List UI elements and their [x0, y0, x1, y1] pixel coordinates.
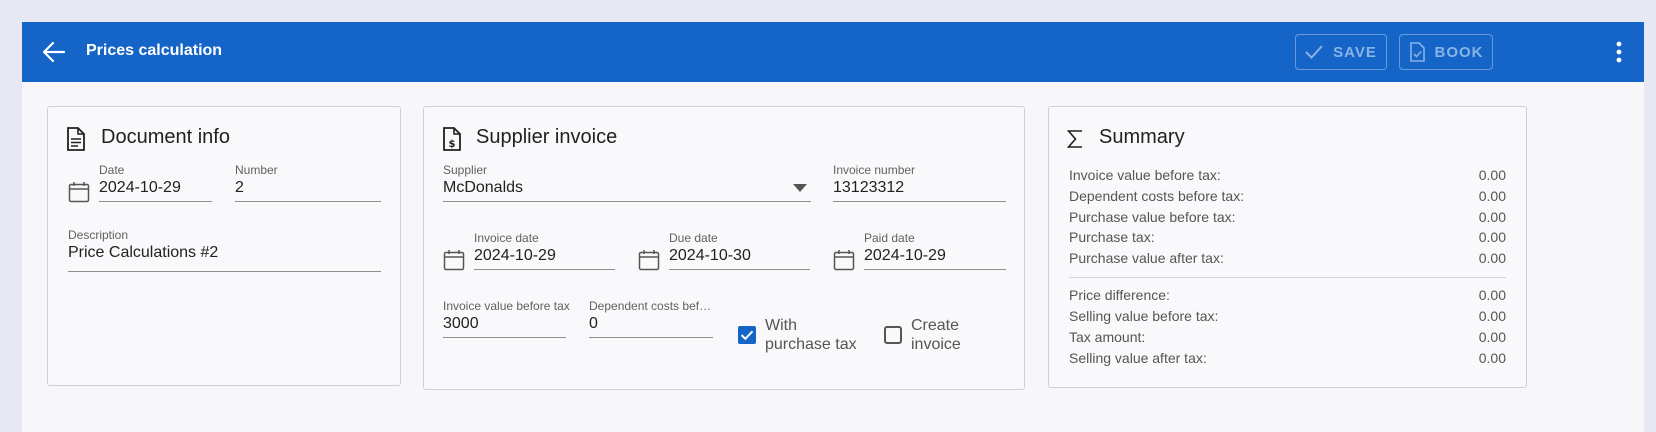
book-button-label: BOOK: [1434, 43, 1484, 61]
svg-text:$: $: [449, 139, 456, 150]
dependent-costs-value: 0: [589, 315, 598, 332]
date-field[interactable]: Date 2024-10-29: [99, 163, 212, 202]
summary-row: Dependent costs before tax: 0.00: [1069, 188, 1506, 204]
invoice-number-label: Invoice number: [833, 163, 916, 177]
description-label: Description: [68, 228, 129, 242]
summary-row: Tax amount: 0.00: [1069, 329, 1506, 345]
calendar-icon[interactable]: [638, 249, 660, 271]
summary-row: Purchase value before tax: 0.00: [1069, 209, 1506, 225]
document-icon: [67, 127, 85, 151]
supplier-invoice-card: $ Supplier invoice Supplier McDonalds In…: [423, 106, 1025, 390]
more-vertical-icon[interactable]: [1614, 40, 1624, 64]
due-date-value: 2024-10-30: [669, 247, 751, 264]
summary-row: Price difference: 0.00: [1069, 287, 1506, 303]
summary-row: Selling value after tax: 0.00: [1069, 350, 1506, 366]
invoice-number-value: 13123312: [833, 179, 905, 196]
summary-divider: [1069, 277, 1506, 278]
dependent-costs-label: Dependent costs befor...: [589, 299, 713, 313]
document-info-card: Document info Date 2024-10-29 Number 2 D…: [47, 106, 401, 386]
description-field[interactable]: Description Price Calculations #2: [68, 228, 381, 272]
summary-row: Selling value before tax: 0.00: [1069, 308, 1506, 324]
supplier-label: Supplier: [443, 163, 488, 177]
summary-row: Purchase tax: 0.00: [1069, 229, 1506, 245]
calendar-icon[interactable]: [833, 249, 855, 271]
invoice-date-field[interactable]: Invoice date 2024-10-29: [474, 231, 615, 270]
invoice-dollar-icon: $: [443, 127, 461, 151]
document-info-title: Document info: [101, 126, 230, 148]
paid-date-value: 2024-10-29: [864, 247, 946, 264]
invoice-value-value: 3000: [443, 315, 479, 332]
with-purchase-tax-checkbox[interactable]: [738, 326, 756, 344]
supplier-invoice-title: Supplier invoice: [476, 126, 618, 148]
number-label: Number: [235, 163, 278, 177]
due-date-field[interactable]: Due date 2024-10-30: [669, 231, 810, 270]
page-title: Prices calculation: [86, 42, 223, 59]
due-date-label: Due date: [669, 231, 718, 245]
chevron-down-icon[interactable]: [793, 184, 807, 192]
save-button[interactable]: SAVE: [1295, 34, 1387, 70]
create-invoice-label: Create invoice: [911, 317, 961, 353]
check-icon: [1305, 45, 1323, 59]
number-value: 2: [235, 179, 244, 196]
supplier-select[interactable]: Supplier McDonalds: [443, 163, 811, 202]
invoice-value-label: Invoice value before tax: [443, 299, 570, 313]
app-bar: Prices calculation SAVE BOOK: [22, 22, 1644, 82]
save-button-label: SAVE: [1333, 43, 1377, 61]
invoice-number-field[interactable]: Invoice number 13123312: [833, 163, 1006, 202]
summary-title: Summary: [1099, 126, 1185, 148]
number-field[interactable]: Number 2: [235, 163, 381, 202]
calendar-icon[interactable]: [68, 181, 90, 203]
sigma-icon: [1067, 130, 1082, 148]
date-value: 2024-10-29: [99, 179, 181, 196]
paid-date-field[interactable]: Paid date 2024-10-29: [864, 231, 1006, 270]
calendar-icon[interactable]: [443, 249, 465, 271]
paid-date-label: Paid date: [864, 231, 915, 245]
invoice-date-value: 2024-10-29: [474, 247, 556, 264]
description-value: Price Calculations #2: [68, 244, 219, 261]
summary-row: Invoice value before tax: 0.00: [1069, 167, 1506, 183]
invoice-date-label: Invoice date: [474, 231, 539, 245]
create-invoice-checkbox[interactable]: [884, 326, 902, 344]
invoice-value-field[interactable]: Invoice value before tax 3000: [443, 299, 570, 338]
summary-row: Purchase value after tax: 0.00: [1069, 250, 1506, 266]
summary-card: Summary Invoice value before tax: 0.00 D…: [1048, 106, 1527, 388]
arrow-left-icon[interactable]: [40, 38, 68, 66]
dependent-costs-field[interactable]: Dependent costs befor... 0: [589, 299, 713, 338]
book-button[interactable]: BOOK: [1399, 34, 1493, 70]
with-purchase-tax-label: With purchase tax: [765, 317, 857, 353]
document-check-icon: [1409, 42, 1425, 62]
supplier-value: McDonalds: [443, 179, 524, 196]
app-window: Prices calculation SAVE BOOK Document in…: [22, 22, 1644, 432]
date-label: Date: [99, 163, 125, 177]
